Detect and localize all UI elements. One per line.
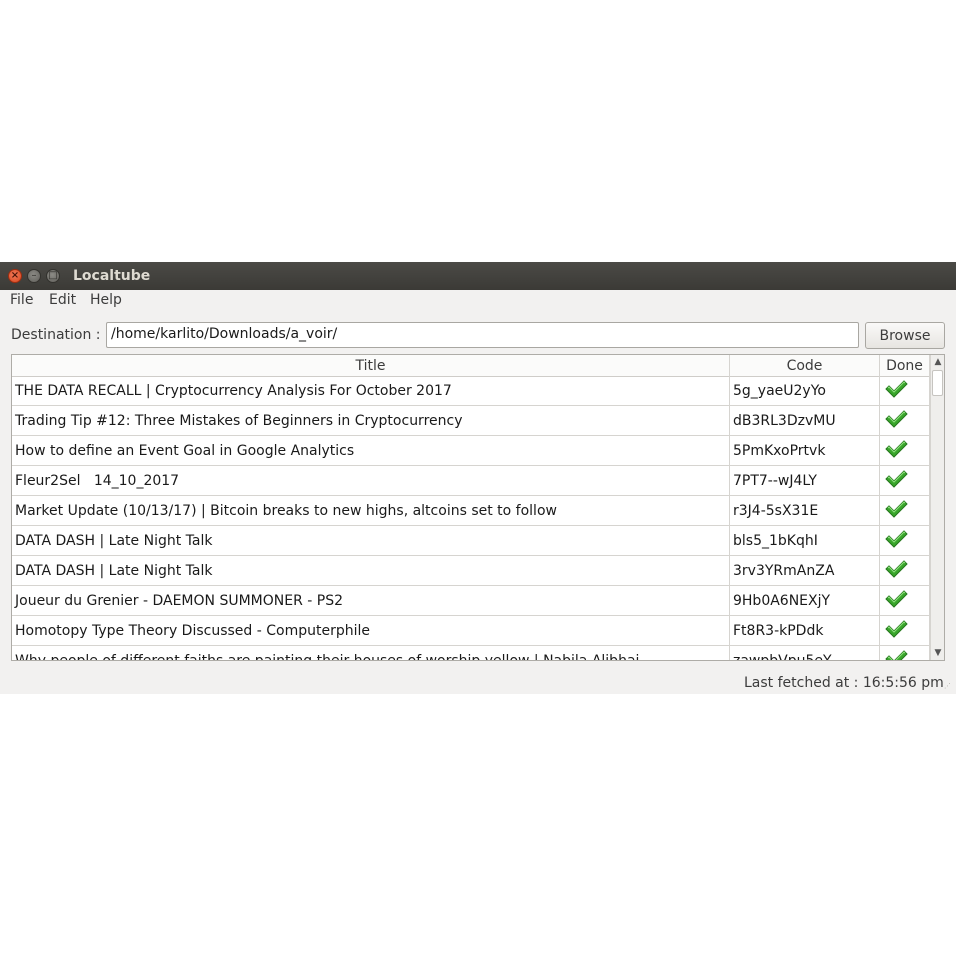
cell-done bbox=[880, 496, 930, 525]
checkmark-icon bbox=[884, 529, 908, 553]
cell-code: 5PmKxoPrtvk bbox=[730, 436, 880, 465]
cell-done bbox=[880, 376, 930, 405]
cell-code: bls5_1bKqhI bbox=[730, 526, 880, 555]
table-row[interactable]: Joueur du Grenier - DAEMON SUMMONER - PS… bbox=[12, 586, 930, 616]
cell-done bbox=[880, 556, 930, 585]
cell-title: Fleur2Sel 14_10_2017 bbox=[12, 466, 730, 495]
table-row[interactable]: THE DATA RECALL | Cryptocurrency Analysi… bbox=[12, 376, 930, 406]
localtube-window: × – □ Localtube File Edit Help Destinati… bbox=[0, 262, 956, 694]
cell-code: 3rv3YRmAnZA bbox=[730, 556, 880, 585]
cell-title: DATA DASH | Late Night Talk bbox=[12, 526, 730, 555]
column-header-title[interactable]: Title bbox=[12, 355, 730, 376]
checkmark-icon bbox=[884, 499, 908, 523]
table-row[interactable]: DATA DASH | Late Night Talk 3rv3YRmAnZA bbox=[12, 556, 930, 586]
column-header-done[interactable]: Done bbox=[880, 355, 930, 376]
table-row[interactable]: Fleur2Sel 14_10_2017 7PT7--wJ4LY bbox=[12, 466, 930, 496]
browse-button[interactable]: Browse bbox=[865, 322, 945, 349]
menu-bar: File Edit Help bbox=[0, 290, 956, 312]
cell-code: r3J4-5sX31E bbox=[730, 496, 880, 525]
minimize-icon[interactable]: – bbox=[27, 269, 41, 283]
cell-title: DATA DASH | Late Night Talk bbox=[12, 556, 730, 585]
checkmark-icon bbox=[884, 439, 908, 463]
cell-done bbox=[880, 466, 930, 495]
cell-done bbox=[880, 646, 930, 660]
cell-done bbox=[880, 586, 930, 615]
checkmark-icon bbox=[884, 409, 908, 433]
last-fetched-status: Last fetched at : 16:5:56 pm bbox=[744, 675, 944, 691]
table-row[interactable]: Why people of different faiths are paint… bbox=[12, 646, 930, 660]
close-icon[interactable]: × bbox=[8, 269, 22, 283]
cell-code: 5g_yaeU2yYo bbox=[730, 376, 880, 405]
checkmark-icon bbox=[884, 649, 908, 660]
resize-grip-icon[interactable]: ⋰ bbox=[944, 683, 954, 692]
cell-code: dB3RL3DzvMU bbox=[730, 406, 880, 435]
videos-table: Title Code Done THE DATA RECALL | Crypto… bbox=[11, 354, 945, 661]
cell-done bbox=[880, 406, 930, 435]
menu-file[interactable]: File bbox=[10, 292, 33, 308]
checkmark-icon bbox=[884, 379, 908, 403]
title-bar[interactable]: × – □ Localtube bbox=[0, 262, 956, 290]
cell-code: 9Hb0A6NEXjY bbox=[730, 586, 880, 615]
column-header-code[interactable]: Code bbox=[730, 355, 880, 376]
table-row[interactable]: How to define an Event Goal in Google An… bbox=[12, 436, 930, 466]
cell-done bbox=[880, 616, 930, 645]
window-title: Localtube bbox=[73, 268, 151, 284]
scroll-up-icon[interactable]: ▲ bbox=[931, 355, 944, 369]
vertical-scrollbar[interactable]: ▲ ▼ bbox=[930, 355, 944, 660]
table-body: THE DATA RECALL | Cryptocurrency Analysi… bbox=[12, 376, 930, 660]
cell-code: zawpbVpu5eY bbox=[730, 646, 880, 660]
checkmark-icon bbox=[884, 469, 908, 493]
table-row[interactable]: Trading Tip #12: Three Mistakes of Begin… bbox=[12, 406, 930, 436]
cell-done bbox=[880, 436, 930, 465]
destination-label: Destination : bbox=[11, 327, 101, 343]
maximize-icon[interactable]: □ bbox=[46, 269, 60, 283]
cell-title: Why people of different faiths are paint… bbox=[12, 646, 730, 660]
destination-input[interactable]: /home/karlito/Downloads/a_voir/ bbox=[106, 322, 859, 348]
checkmark-icon bbox=[884, 559, 908, 583]
cell-title: Market Update (10/13/17) | Bitcoin break… bbox=[12, 496, 730, 525]
cell-code: Ft8R3-kPDdk bbox=[730, 616, 880, 645]
cell-title: Homotopy Type Theory Discussed - Compute… bbox=[12, 616, 730, 645]
cell-title: How to define an Event Goal in Google An… bbox=[12, 436, 730, 465]
cell-code: 7PT7--wJ4LY bbox=[730, 466, 880, 495]
cell-done bbox=[880, 526, 930, 555]
table-header: Title Code Done bbox=[12, 355, 930, 377]
scroll-thumb[interactable] bbox=[932, 370, 943, 396]
checkmark-icon bbox=[884, 589, 908, 613]
menu-edit[interactable]: Edit bbox=[49, 292, 76, 308]
cell-title: THE DATA RECALL | Cryptocurrency Analysi… bbox=[12, 376, 730, 405]
scroll-down-icon[interactable]: ▼ bbox=[931, 646, 944, 660]
table-row[interactable]: Homotopy Type Theory Discussed - Compute… bbox=[12, 616, 930, 646]
cell-title: Joueur du Grenier - DAEMON SUMMONER - PS… bbox=[12, 586, 730, 615]
table-row[interactable]: Market Update (10/13/17) | Bitcoin break… bbox=[12, 496, 930, 526]
menu-help[interactable]: Help bbox=[90, 292, 122, 308]
checkmark-icon bbox=[884, 619, 908, 643]
cell-title: Trading Tip #12: Three Mistakes of Begin… bbox=[12, 406, 730, 435]
table-row[interactable]: DATA DASH | Late Night Talk bls5_1bKqhI bbox=[12, 526, 930, 556]
